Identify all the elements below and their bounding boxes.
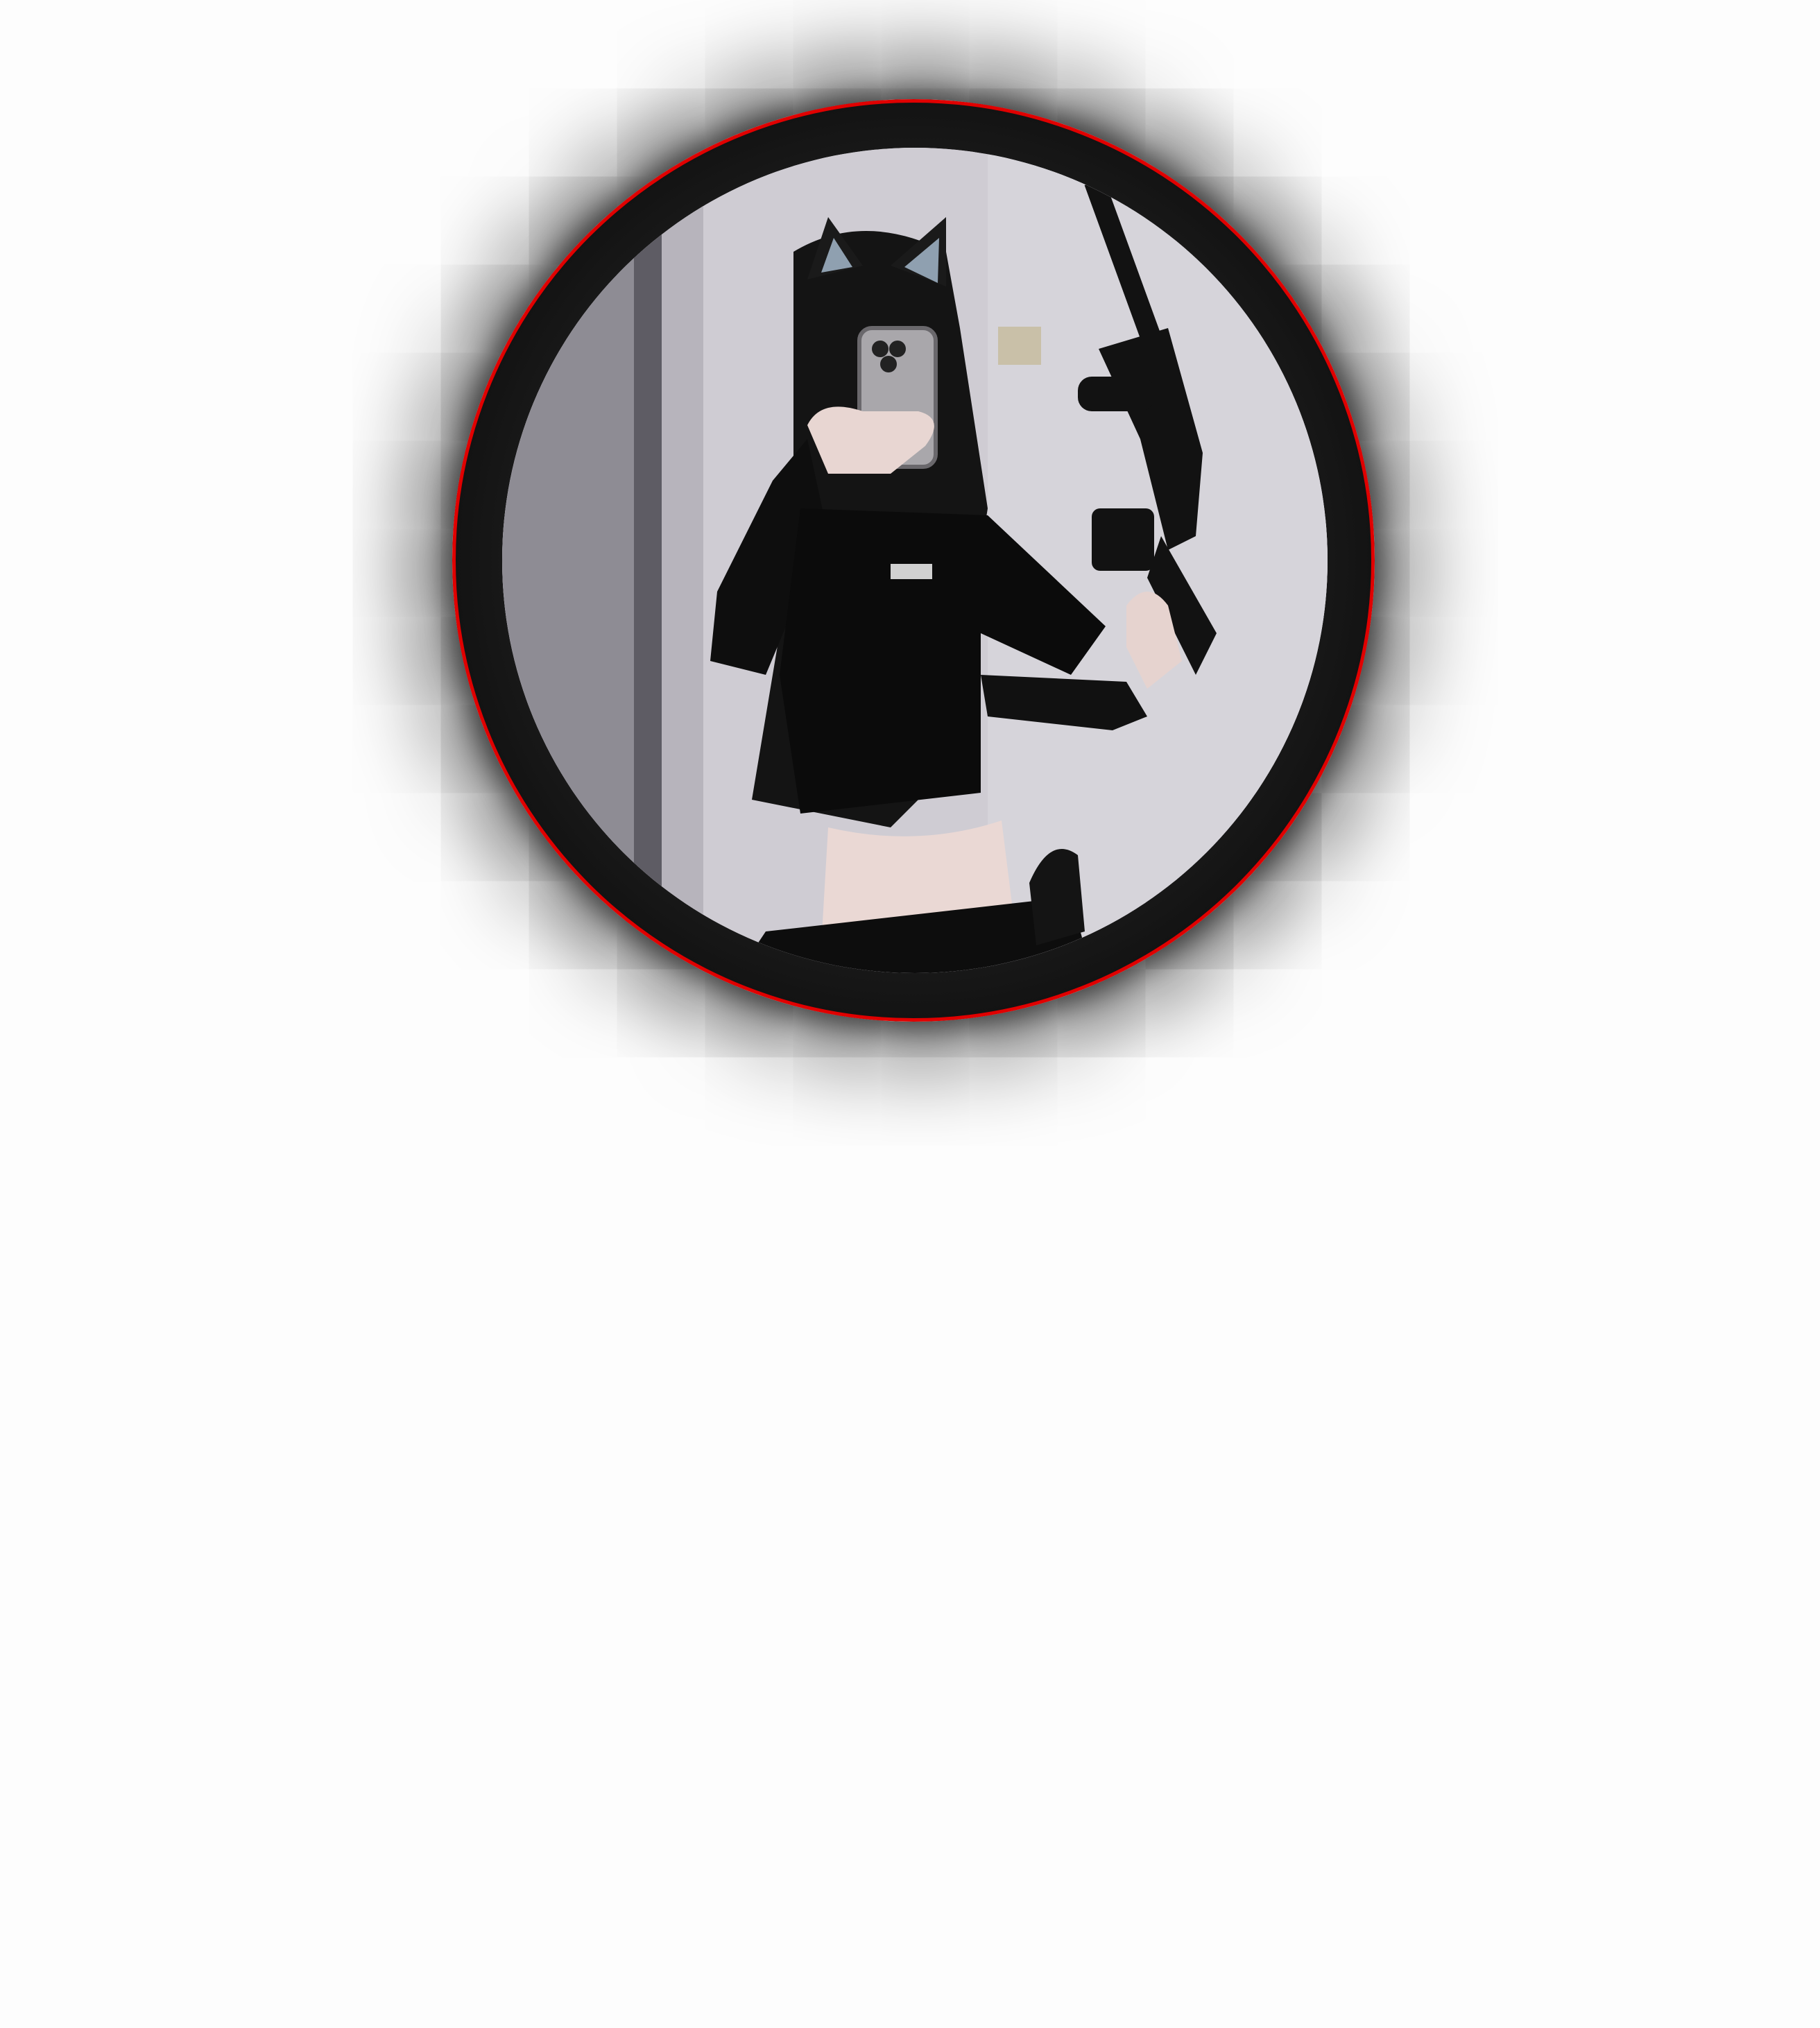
avatar-photo <box>502 148 1328 973</box>
avatar[interactable] <box>452 99 1375 1022</box>
avatar-image <box>502 148 1328 973</box>
